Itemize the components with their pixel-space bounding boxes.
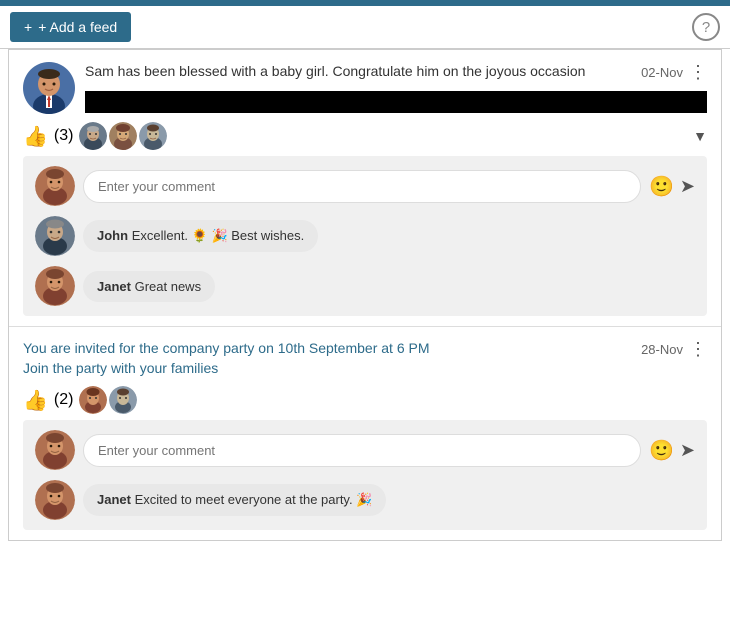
- plus-icon: +: [24, 19, 32, 35]
- comment-user-avatar: [35, 166, 75, 206]
- post-2-comment-input[interactable]: [83, 434, 641, 467]
- reaction-avatar-3: [139, 122, 167, 150]
- post-1-date: 02-Nov ⋮: [641, 62, 707, 83]
- janet-text: Great news: [135, 279, 201, 294]
- post-1-likes-count: (3): [54, 127, 74, 145]
- post-2-header: You are invited for the company party on…: [23, 339, 707, 378]
- comment-janet: Janet Great news: [35, 266, 695, 306]
- dropdown-arrow[interactable]: ▼: [693, 128, 707, 144]
- emoji-icon[interactable]: 🙂: [649, 174, 674, 199]
- john-text: Excellent. 🌻 🎉 Best wishes.: [132, 228, 305, 243]
- like-icon[interactable]: 👍: [23, 124, 48, 149]
- post-2-emoji-icon[interactable]: 🙂: [649, 438, 674, 463]
- janet-name: Janet: [97, 279, 131, 294]
- post-2-comment-section: 🙂 ➤ Jane: [23, 420, 707, 530]
- post-1-image: [85, 91, 707, 113]
- post-1-meta: Sam has been blessed with a baby girl. C…: [85, 62, 707, 83]
- post-1-comment-input-row: 🙂 ➤: [35, 166, 695, 206]
- janet-avatar: [35, 266, 75, 306]
- reaction-avatars: [79, 122, 167, 150]
- post-2: You are invited for the company party on…: [9, 327, 721, 540]
- reaction-avatar-1: [79, 122, 107, 150]
- post-2-date: 28-Nov ⋮: [641, 339, 707, 360]
- post-1-comment-actions: 🙂 ➤: [649, 174, 695, 199]
- comment-janet-2: Janet Excited to meet everyone at the pa…: [35, 480, 695, 520]
- post-1-comment-section: 🙂 ➤ John: [23, 156, 707, 316]
- post-1: Sam has been blessed with a baby girl. C…: [9, 50, 721, 327]
- post-2-comment-input-row: 🙂 ➤: [35, 430, 695, 470]
- post-1-avatar: [23, 62, 75, 114]
- post-2-reaction-avatar-2: [109, 386, 137, 414]
- post-1-text: Sam has been blessed with a baby girl. C…: [85, 62, 585, 82]
- john-avatar: [35, 216, 75, 256]
- add-feed-label: + Add a feed: [38, 19, 117, 35]
- post-2-reaction-avatars: [79, 386, 137, 414]
- janet-comment-bubble: Janet Great news: [83, 271, 215, 302]
- post-2-content: You are invited for the company party on…: [23, 339, 707, 378]
- post-2-meta: You are invited for the company party on…: [23, 339, 707, 378]
- post-2-likes-count: (2): [54, 391, 74, 409]
- post-1-content: Sam has been blessed with a baby girl. C…: [85, 62, 707, 113]
- feed-container: Sam has been blessed with a baby girl. C…: [8, 49, 722, 541]
- john-comment-bubble: John Excellent. 🌻 🎉 Best wishes.: [83, 220, 318, 252]
- post-2-send-icon[interactable]: ➤: [680, 440, 695, 461]
- add-feed-button[interactable]: + + Add a feed: [10, 12, 131, 42]
- post-2-text: You are invited for the company party on…: [23, 339, 430, 378]
- john-name: John: [97, 228, 128, 243]
- post-1-more-icon[interactable]: ⋮: [689, 62, 707, 83]
- reaction-avatar-2: [109, 122, 137, 150]
- janet-2-avatar: [35, 480, 75, 520]
- post-2-comment-actions: 🙂 ➤: [649, 438, 695, 463]
- post-2-comment-user-avatar: [35, 430, 75, 470]
- send-icon[interactable]: ➤: [680, 176, 695, 197]
- post-2-reactions: 👍 (2): [23, 386, 707, 414]
- help-icon[interactable]: ?: [692, 13, 720, 41]
- post-1-reactions: 👍 (3): [23, 122, 707, 150]
- toolbar: + + Add a feed ?: [0, 6, 730, 49]
- post-2-reaction-avatar-1: [79, 386, 107, 414]
- post-1-header: Sam has been blessed with a baby girl. C…: [23, 62, 707, 114]
- post-1-comment-input[interactable]: [83, 170, 641, 203]
- comment-john: John Excellent. 🌻 🎉 Best wishes.: [35, 216, 695, 256]
- janet-2-comment-bubble: Janet Excited to meet everyone at the pa…: [83, 484, 386, 516]
- janet-2-text: Excited to meet everyone at the party. 🎉: [135, 492, 373, 507]
- post-2-more-icon[interactable]: ⋮: [689, 339, 707, 360]
- janet-2-name: Janet: [97, 492, 131, 507]
- post-2-like-icon[interactable]: 👍: [23, 388, 48, 413]
